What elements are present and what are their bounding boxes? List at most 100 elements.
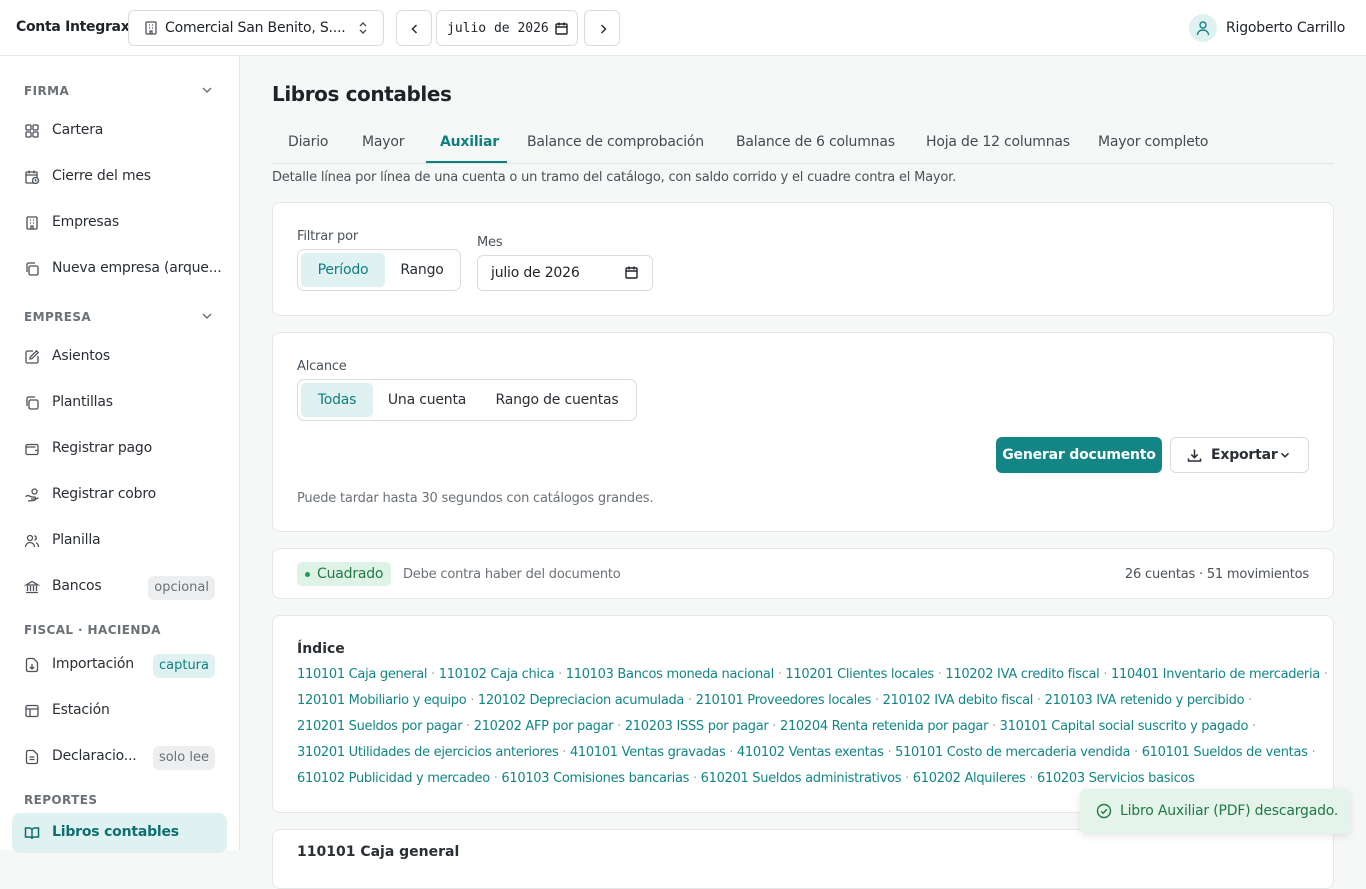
page-title: Libros contables bbox=[272, 82, 452, 106]
sidebar-item-label: Planilla bbox=[52, 532, 101, 548]
index-account-link[interactable]: 120102 Depreciacion acumulada bbox=[478, 693, 685, 708]
balance-status-card: Cuadrado Debe contra haber del documento… bbox=[272, 548, 1334, 599]
toast-message: Libro Auxiliar (PDF) descargado. bbox=[1120, 803, 1339, 819]
generate-document-button[interactable]: Generar documento bbox=[996, 437, 1162, 473]
index-account-link[interactable]: 110202 IVA credito fiscal bbox=[945, 667, 1099, 682]
users-icon bbox=[24, 533, 40, 553]
index-account-link[interactable]: 110401 Inventario de mercaderia bbox=[1111, 667, 1320, 682]
sidebar-item-label: Nueva empresa (arque... bbox=[52, 260, 222, 276]
scope-card: Alcance Todas Una cuenta Rango de cuenta… bbox=[272, 332, 1334, 532]
sidebar-item-planilla[interactable]: Planilla bbox=[12, 521, 227, 561]
sidebar-item-bancos[interactable]: Bancos opcional bbox=[12, 567, 227, 607]
separator: · bbox=[427, 667, 439, 682]
sidebar-item-declaraciones[interactable]: Declaracio... solo lee bbox=[12, 737, 227, 777]
index-title: Índice bbox=[297, 641, 345, 657]
index-account-link[interactable]: 110201 Clientes locales bbox=[785, 667, 934, 682]
tab-mayor[interactable]: Mayor bbox=[362, 134, 404, 150]
company-selector[interactable]: Comercial San Benito, S.... bbox=[128, 10, 384, 46]
chevron-down-icon[interactable] bbox=[200, 309, 214, 327]
tab-diario[interactable]: Diario bbox=[288, 134, 328, 150]
sidebar-item-label: Cartera bbox=[52, 122, 104, 138]
chevron-down-icon bbox=[1279, 449, 1291, 465]
tab-mayor-completo[interactable]: Mayor completo bbox=[1098, 134, 1208, 150]
sidebar-item-cierre[interactable]: Cierre del mes bbox=[12, 157, 227, 197]
filter-mode-toggle: Período Rango bbox=[297, 249, 461, 291]
check-circle-icon bbox=[1096, 803, 1112, 823]
index-account-link[interactable]: 210203 ISSS por pagar bbox=[625, 719, 769, 734]
period-month-input[interactable]: julio de 2026 bbox=[436, 10, 578, 46]
sidebar-item-label: Estación bbox=[52, 702, 110, 718]
capture-badge: captura bbox=[152, 654, 215, 678]
scope-label: Alcance bbox=[297, 359, 347, 374]
scope-option-rango-cuentas[interactable]: Rango de cuentas bbox=[482, 383, 632, 417]
tab-balance-comprobacion[interactable]: Balance de comprobación bbox=[527, 134, 704, 150]
separator: · bbox=[1244, 693, 1252, 708]
scope-option-una-cuenta[interactable]: Una cuenta bbox=[376, 383, 478, 417]
separator: · bbox=[613, 719, 625, 734]
sidebar-item-registrar-pago[interactable]: Registrar pago bbox=[12, 429, 227, 469]
index-account-link[interactable]: 210202 AFP por pagar bbox=[474, 719, 614, 734]
tab-balance-6-columnas[interactable]: Balance de 6 columnas bbox=[736, 134, 895, 150]
file-text-icon bbox=[24, 749, 40, 769]
grid-icon bbox=[24, 123, 40, 143]
index-account-link[interactable]: 210102 IVA debito fiscal bbox=[883, 693, 1034, 708]
scope-option-todas[interactable]: Todas bbox=[301, 383, 373, 417]
index-account-link[interactable]: 210103 IVA retenido y percibido bbox=[1045, 693, 1245, 708]
sidebar-item-nueva-empresa[interactable]: Nueva empresa (arque... bbox=[12, 249, 227, 289]
sidebar-item-label: Declaracio... bbox=[52, 748, 137, 764]
account-title: 110101 Caja general bbox=[297, 844, 460, 860]
user-name: Rigoberto Carrillo bbox=[1226, 20, 1346, 36]
index-account-link[interactable]: 410101 Ventas gravadas bbox=[570, 745, 726, 760]
index-account-link[interactable]: 110102 Caja chica bbox=[439, 667, 555, 682]
index-account-link[interactable]: 210204 Renta retenida por pagar bbox=[780, 719, 988, 734]
index-account-link[interactable]: 610202 Alquileres bbox=[913, 771, 1026, 786]
app-title: Conta Integrax bbox=[16, 19, 130, 35]
sidebar-item-registrar-cobro[interactable]: Registrar cobro bbox=[12, 475, 227, 515]
separator: · bbox=[871, 693, 883, 708]
tab-hoja-12-columnas[interactable]: Hoja de 12 columnas bbox=[926, 134, 1070, 150]
chevron-right-icon bbox=[600, 24, 607, 34]
export-button[interactable]: Exportar bbox=[1170, 437, 1309, 473]
index-account-link[interactable]: 120101 Mobiliario y equipo bbox=[297, 693, 467, 708]
separator: · bbox=[689, 771, 701, 786]
month-input[interactable]: julio de 2026 bbox=[477, 255, 653, 291]
download-icon bbox=[1187, 448, 1202, 467]
chevron-left-icon bbox=[411, 24, 418, 34]
user-menu[interactable]: Rigoberto Carrillo bbox=[1189, 14, 1346, 42]
calendar-icon[interactable] bbox=[625, 266, 638, 283]
tab-auxiliar[interactable]: Auxiliar bbox=[440, 134, 499, 150]
sidebar-item-cartera[interactable]: Cartera bbox=[12, 111, 227, 151]
index-account-link[interactable]: 410102 Ventas exentas bbox=[737, 745, 884, 760]
calendar-icon[interactable] bbox=[555, 22, 568, 39]
sidebar-item-importacion[interactable]: Importación captura bbox=[12, 645, 227, 685]
separator: · bbox=[933, 667, 946, 682]
scope-toggle: Todas Una cuenta Rango de cuentas bbox=[297, 379, 637, 421]
index-account-link[interactable]: 310101 Capital social suscrito y pagado bbox=[1000, 719, 1249, 734]
building-icon bbox=[24, 215, 40, 235]
sidebar-item-libros-contables[interactable]: Libros contables bbox=[12, 813, 227, 853]
index-account-link[interactable]: 610102 Publicidad y mercadeo bbox=[297, 771, 490, 786]
index-account-link[interactable]: 610201 Sueldos administrativos bbox=[701, 771, 902, 786]
index-account-link[interactable]: 310201 Utilidades de ejercicios anterior… bbox=[297, 745, 559, 760]
index-account-link[interactable]: 610203 Servicios basicos bbox=[1037, 771, 1195, 786]
chevron-down-icon[interactable] bbox=[200, 83, 214, 101]
filter-card: Filtrar por Período Rango Mes julio de 2… bbox=[272, 202, 1334, 316]
sidebar-item-plantillas[interactable]: Plantillas bbox=[12, 383, 227, 423]
previous-month-button[interactable] bbox=[396, 10, 432, 46]
separator: · bbox=[1307, 745, 1316, 760]
index-account-link[interactable]: 210201 Sueldos por pagar bbox=[297, 719, 463, 734]
main-content: Libros contables Diario Mayor Auxiliar B… bbox=[240, 56, 1366, 889]
sidebar-item-estacion[interactable]: Estación bbox=[12, 691, 227, 731]
index-account-link[interactable]: 210101 Proveedores locales bbox=[696, 693, 872, 708]
index-account-link[interactable]: 610103 Comisiones bancarias bbox=[501, 771, 689, 786]
sidebar-item-asientos[interactable]: Asientos bbox=[12, 337, 227, 377]
separator: · bbox=[1033, 693, 1045, 708]
sidebar-item-empresas[interactable]: Empresas bbox=[12, 203, 227, 243]
index-account-link[interactable]: 110101 Caja general bbox=[297, 667, 428, 682]
index-account-link[interactable]: 610101 Sueldos de ventas bbox=[1142, 745, 1308, 760]
index-account-link[interactable]: 110103 Bancos moneda nacional bbox=[566, 667, 774, 682]
next-month-button[interactable] bbox=[584, 10, 620, 46]
index-account-link[interactable]: 510101 Costo de mercaderia vendida bbox=[895, 745, 1130, 760]
filter-option-periodo[interactable]: Período bbox=[301, 253, 385, 287]
filter-option-rango[interactable]: Rango bbox=[388, 253, 456, 287]
